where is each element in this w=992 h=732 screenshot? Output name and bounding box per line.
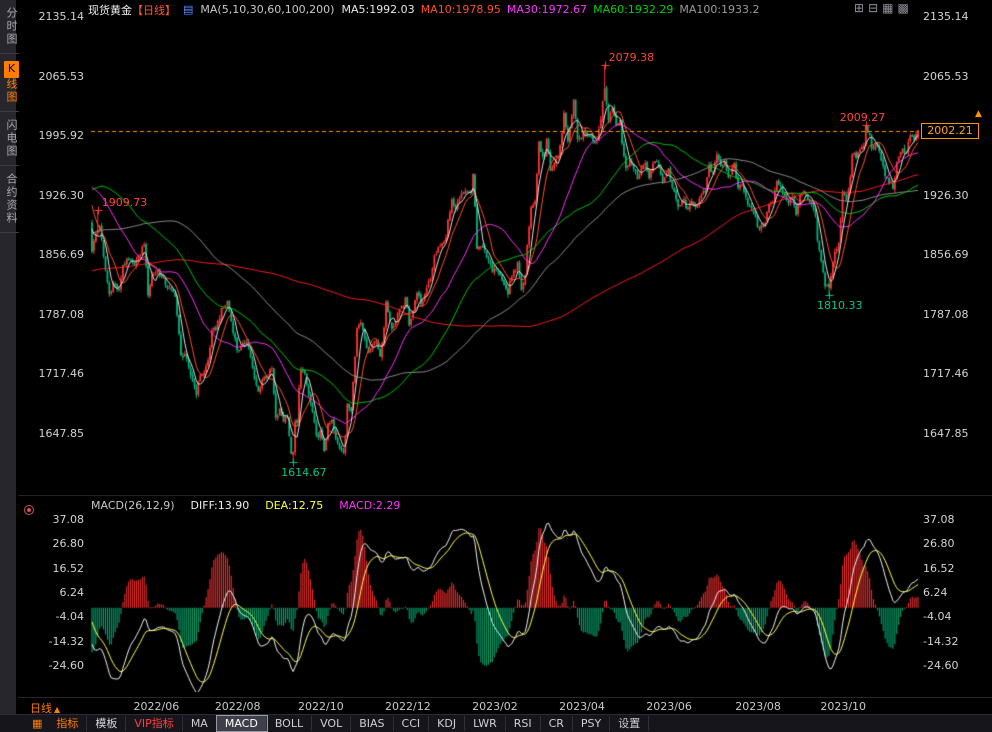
price-annotation: 2079.38 [609, 51, 655, 64]
indicator-tab-rsi[interactable]: RSI [506, 716, 541, 731]
macd-axis-label: 37.08 [923, 514, 971, 526]
macd-value-2: DEA:12.75 [265, 499, 323, 512]
date-label: 2023/06 [646, 700, 692, 713]
instrument-name: 现货黄金 [88, 4, 132, 17]
active-tab-badge: K [4, 61, 19, 78]
date-label: 2022/06 [134, 700, 180, 713]
date-axis: 日线▲ 2022/062022/082022/102022/122023/022… [18, 697, 992, 713]
chart-info-icon[interactable]: ▤ [183, 3, 193, 16]
macd-axis-label: -14.32 [36, 636, 84, 648]
indicator-tab-bias[interactable]: BIAS [351, 716, 393, 731]
sidebar-tab-kline-chart[interactable]: K线图 [0, 54, 19, 112]
price-annotation: 1810.33 [817, 299, 863, 312]
sidebar: 分时图K线图闪电图合约资料 [0, 0, 17, 714]
active-tab-text: 线图 [5, 78, 18, 104]
indicator-tab-cci[interactable]: CCI [394, 716, 430, 731]
macd-axis-label: -24.60 [923, 660, 971, 672]
ma-value-1: MA5:1992.03 [341, 3, 414, 16]
period-up-arrow: ▲ [54, 705, 60, 714]
price-axis-label: 1856.69 [923, 249, 971, 261]
price-axis-up-arrow[interactable]: ▲ [975, 109, 982, 119]
price-axis-label: 1787.08 [36, 309, 84, 321]
layout-icons: ⊞ ⊟ ▦ ▩ [854, 1, 909, 16]
ma-value-4: MA60:1932.29 [593, 3, 673, 16]
price-axis-label: 1647.85 [36, 428, 84, 440]
price-annotation: 1614.67 [281, 466, 327, 479]
date-label: 2022/08 [215, 700, 261, 713]
indicator-tab-ma[interactable]: MA [183, 716, 217, 731]
current-price-tag: 2002.21 [921, 123, 979, 139]
chart-title: 现货黄金【日线】 [88, 2, 176, 18]
price-axis-label: 2065.53 [923, 71, 971, 83]
macd-legend: MACD(26,12,9) DIFF:13.90 DEA:12.75 MACD:2.… [91, 499, 400, 512]
layout-nine-icon[interactable]: ▩ [897, 1, 908, 16]
indicator-tab-kdj[interactable]: KDJ [429, 716, 465, 731]
indicator-tab-psy[interactable]: PSY [573, 716, 610, 731]
toolbar-item-templates[interactable]: 模板 [87, 716, 126, 731]
price-axis-label: 1787.08 [923, 309, 971, 321]
price-axis-label: 2135.14 [923, 11, 971, 23]
macd-axis-label: -4.04 [923, 611, 971, 623]
macd-value-1: DIFF:13.90 [191, 499, 250, 512]
macd-axis-label: 26.80 [36, 538, 84, 550]
date-label: 2023/08 [735, 700, 781, 713]
macd-value-3: MACD:2.29 [339, 499, 400, 512]
period-badge: 【日线】 [132, 4, 176, 17]
indicator-tab-cr[interactable]: CR [541, 716, 573, 731]
layout-dual-icon[interactable]: ⊟ [868, 1, 878, 16]
date-label: 2022/10 [298, 700, 344, 713]
indicator-tab-macd[interactable]: MACD [217, 716, 267, 731]
price-axis-label: 1647.85 [923, 428, 971, 440]
trading-terminal: 分时图K线图闪电图合约资料 现货黄金【日线】 ▤ MA(5,10,30,60,1… [0, 0, 992, 732]
layout-quad-icon[interactable]: ▦ [882, 1, 893, 16]
layout-single-icon[interactable]: ⊞ [854, 1, 864, 16]
macd-axis-label: 6.24 [923, 587, 971, 599]
macd-axis-label: 16.52 [923, 563, 971, 575]
price-axis-label: 2065.53 [36, 71, 84, 83]
date-label: 2023/10 [820, 700, 866, 713]
indicator-tab-vol[interactable]: VOL [312, 716, 351, 731]
ma-value-5: MA100:1933.2 [679, 3, 759, 16]
indicator-tab-lwr[interactable]: LWR [465, 716, 506, 731]
macd-axis-label: 37.08 [36, 514, 84, 526]
date-label: 2023/04 [559, 700, 605, 713]
macd-params: MACD(26,12,9) [91, 499, 175, 512]
toolbar-item-indicators[interactable]: 指标 [48, 716, 87, 731]
date-label: 2023/02 [472, 700, 518, 713]
ma-value-3: MA30:1972.67 [507, 3, 587, 16]
macd-axis-label: -24.60 [36, 660, 84, 672]
price-axis-label: 2135.14 [36, 11, 84, 23]
price-axis-label: 1926.30 [923, 190, 971, 202]
macd-axis-label: 16.52 [36, 563, 84, 575]
price-axis-label: 1856.69 [36, 249, 84, 261]
toolbar-item-vip[interactable]: VIP指标 [126, 716, 182, 731]
indicator-tab-boll[interactable]: BOLL [267, 716, 312, 731]
date-label: 2022/12 [385, 700, 431, 713]
ma-legend: MA5:1992.03 MA10:1978.95 MA30:1972.67 MA60:… [341, 3, 765, 16]
macd-settings-icon[interactable] [24, 505, 34, 515]
price-axis-label: 1926.30 [36, 190, 84, 202]
sidebar-tab-flash-chart[interactable]: 闪电图 [0, 112, 19, 166]
ma-value-2: MA10:1978.95 [421, 3, 501, 16]
pane-separator [18, 495, 992, 496]
indicator-menu-icon[interactable]: ▦ [26, 717, 48, 730]
price-annotation: 2009.27 [840, 111, 886, 124]
macd-axis-label: -4.04 [36, 611, 84, 623]
price-axis-label: 1995.92 [36, 130, 84, 142]
price-annotation: 1909.73 [102, 196, 148, 209]
toolbar-item-settings[interactable]: 设置 [610, 716, 649, 731]
bottom-toolbar: ▦指标模板VIP指标MAMACDBOLLVOLBIASCCIKDJLWRRSIC… [0, 714, 992, 732]
macd-axis-label: 26.80 [923, 538, 971, 550]
macd-axis-label: 6.24 [36, 587, 84, 599]
macd-axis-label: -14.32 [923, 636, 971, 648]
ma-params: MA(5,10,30,60,100,200) [200, 3, 334, 16]
sidebar-tab-time-chart[interactable]: 分时图 [0, 0, 19, 54]
price-axis-label: 1717.46 [36, 368, 84, 380]
chart-header: 现货黄金【日线】 ▤ MA(5,10,30,60,100,200) MA5:19… [88, 2, 766, 17]
price-axis-label: 1717.46 [923, 368, 971, 380]
sidebar-tab-contract-info[interactable]: 合约资料 [0, 166, 19, 233]
